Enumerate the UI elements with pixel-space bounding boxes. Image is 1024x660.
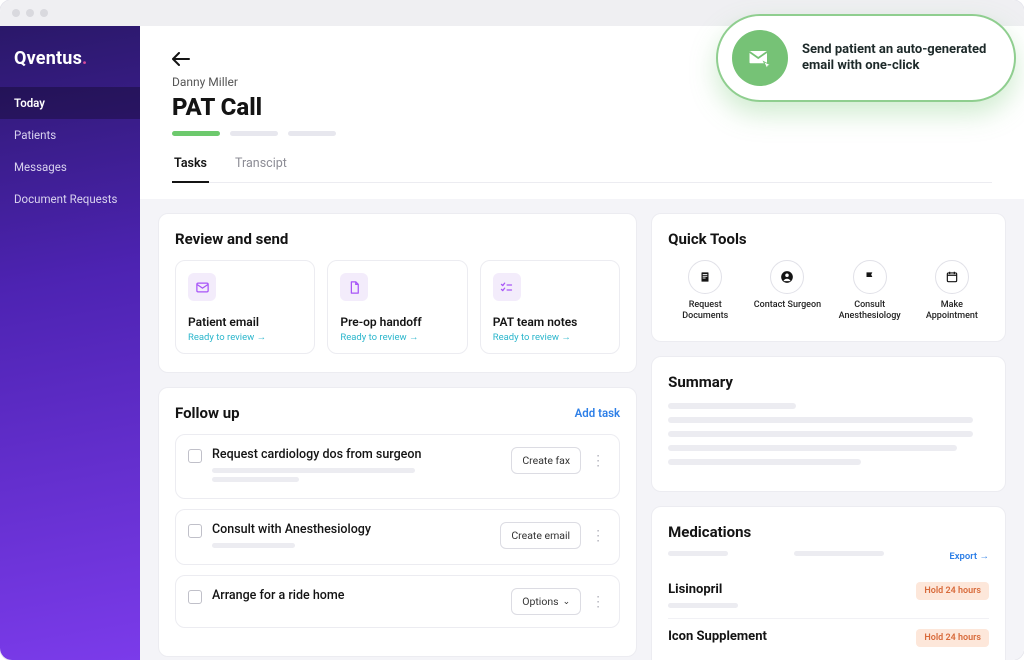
review-item-pat-notes[interactable]: PAT team notes Ready to review →: [480, 260, 620, 354]
review-item-label: Pre-op handoff: [340, 315, 454, 329]
flag-icon: [853, 260, 887, 294]
brand-logo: Qventus.: [0, 42, 140, 87]
more-options-icon[interactable]: ⋮: [589, 594, 607, 610]
app-window: Qventus. Today Patients Messages Documen…: [0, 0, 1024, 660]
task-row: Request cardiology dos from surgeon Crea…: [175, 434, 620, 499]
task-title: Arrange for a ride home: [212, 588, 501, 603]
traffic-light-icon: [26, 9, 34, 17]
callout-text: Send patient an auto-generated email wit…: [802, 42, 992, 75]
qtool-request-documents[interactable]: Request Documents: [668, 260, 742, 323]
create-email-button[interactable]: Create email: [500, 522, 581, 549]
qtool-consult-anesthesiology[interactable]: Consult Anesthesiology: [833, 260, 907, 323]
qtool-label: Make Appointment: [915, 300, 989, 323]
checklist-icon: [493, 273, 521, 301]
sidebar-item-today[interactable]: Today: [0, 87, 140, 119]
review-item-status: Ready to review →: [340, 332, 454, 343]
medication-row: Lisinopril Hold 24 hours: [668, 572, 989, 612]
sidebar-item-document-requests[interactable]: Document Requests: [0, 183, 140, 215]
traffic-light-icon: [40, 9, 48, 17]
summary-title: Summary: [668, 373, 989, 391]
medication-name: Lisinopril: [668, 582, 738, 597]
task-checkbox[interactable]: [188, 524, 202, 538]
summary-card: Summary: [651, 356, 1006, 492]
tab-transcript[interactable]: Transcipt: [233, 156, 289, 182]
followup-title: Follow up: [175, 404, 240, 422]
medications-title: Medications: [668, 523, 751, 541]
calendar-icon: [935, 260, 969, 294]
main: Danny Miller PAT Call Tasks Transcipt Re…: [140, 26, 1024, 660]
task-checkbox[interactable]: [188, 590, 202, 604]
quick-tools-card: Quick Tools Request Documents: [651, 213, 1006, 342]
task-title: Consult with Anesthesiology: [212, 522, 490, 537]
review-item-label: PAT team notes: [493, 315, 607, 329]
medications-card: Medications Export → Lisinopril: [651, 506, 1006, 660]
person-icon: [770, 260, 804, 294]
review-item-patient-email[interactable]: Patient email Ready to review →: [175, 260, 315, 354]
add-task-button[interactable]: Add task: [575, 406, 621, 420]
review-item-label: Patient email: [188, 315, 302, 329]
sidebar-item-patients[interactable]: Patients: [0, 119, 140, 151]
task-row: Arrange for a ride home Options⌄ ⋮: [175, 575, 620, 628]
chevron-down-icon: ⌄: [563, 597, 571, 607]
back-button[interactable]: [172, 50, 190, 71]
medication-row: Icon Supplement Hold 24 hours: [668, 618, 989, 654]
qtool-contact-surgeon[interactable]: Contact Surgeon: [750, 260, 824, 323]
review-item-status: Ready to review →: [493, 332, 607, 343]
document-icon: [340, 273, 368, 301]
review-item-status: Ready to review →: [188, 332, 302, 343]
more-options-icon[interactable]: ⋮: [589, 453, 607, 469]
task-checkbox[interactable]: [188, 449, 202, 463]
promo-callout: Send patient an auto-generated email wit…: [716, 14, 1016, 102]
options-button[interactable]: Options⌄: [511, 588, 581, 615]
traffic-light-icon: [12, 9, 20, 17]
sidebar-item-messages[interactable]: Messages: [0, 151, 140, 183]
more-options-icon[interactable]: ⋮: [589, 528, 607, 544]
qtool-label: Request Documents: [668, 300, 742, 323]
task-row: Consult with Anesthesiology Create email…: [175, 509, 620, 565]
mail-icon: [188, 273, 216, 301]
medication-name: Icon Supplement: [668, 629, 767, 644]
progress-indicator: [172, 131, 992, 136]
sidebar: Qventus. Today Patients Messages Documen…: [0, 26, 140, 660]
export-link[interactable]: Export →: [949, 551, 989, 562]
qtool-label: Contact Surgeon: [750, 300, 824, 311]
tab-tasks[interactable]: Tasks: [172, 156, 209, 183]
hold-badge: Hold 24 hours: [916, 582, 989, 600]
tab-bar: Tasks Transcipt: [172, 156, 992, 183]
qtool-label: Consult Anesthesiology: [833, 300, 907, 323]
followup-card: Follow up Add task Request cardiology do…: [158, 387, 637, 657]
qtool-make-appointment[interactable]: Make Appointment: [915, 260, 989, 323]
quick-tools-title: Quick Tools: [668, 230, 989, 248]
task-title: Request cardiology dos from surgeon: [212, 447, 501, 462]
mail-click-icon: [732, 30, 788, 86]
review-title: Review and send: [175, 230, 620, 248]
document-list-icon: [688, 260, 722, 294]
review-card: Review and send Patient email Ready to r…: [158, 213, 637, 373]
create-fax-button[interactable]: Create fax: [511, 447, 581, 474]
review-item-preop-handoff[interactable]: Pre-op handoff Ready to review →: [327, 260, 467, 354]
hold-badge: Hold 24 hours: [916, 629, 989, 647]
